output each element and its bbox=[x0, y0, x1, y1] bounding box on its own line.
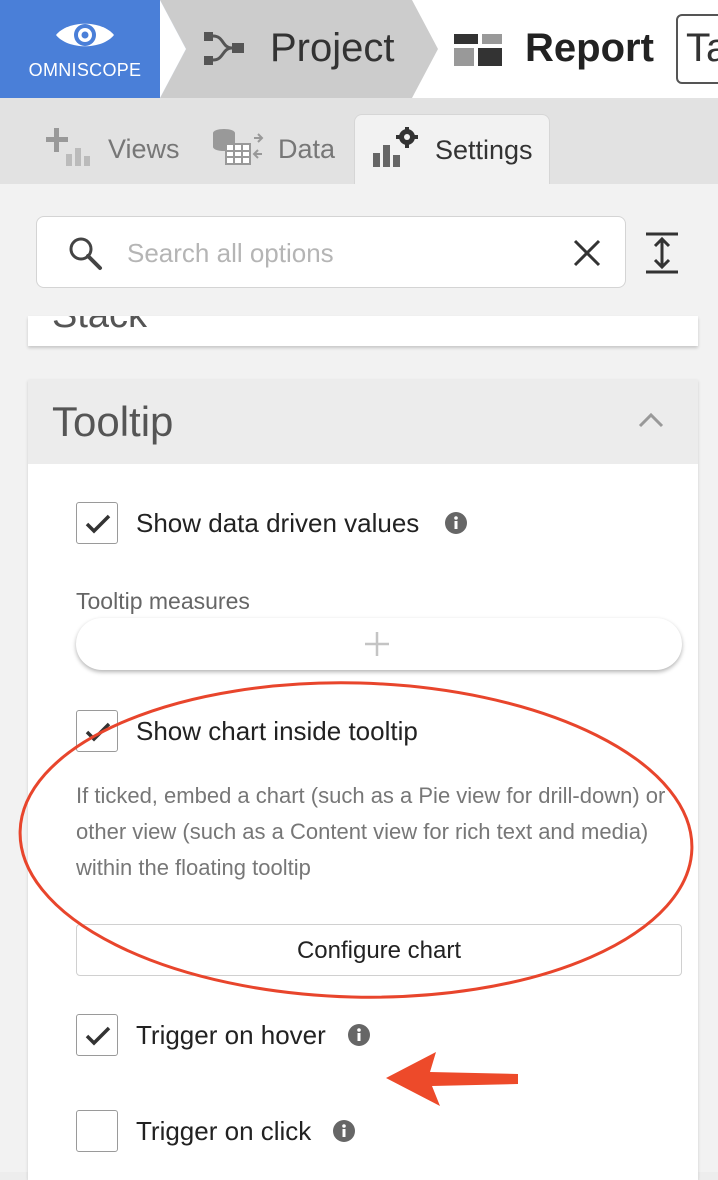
tab-settings-label: Settings bbox=[435, 135, 533, 165]
search-box bbox=[36, 216, 626, 288]
trigger-on-click-checkbox[interactable] bbox=[76, 1110, 118, 1152]
show-chart-description: If ticked, embed a chart (such as a Pie … bbox=[76, 783, 666, 880]
plus-icon bbox=[365, 632, 389, 656]
info-icon[interactable] bbox=[445, 512, 467, 534]
tab-settings[interactable]: Settings bbox=[354, 114, 550, 186]
tooltip-measures-label: Tooltip measures bbox=[76, 588, 250, 614]
checkmark-icon bbox=[85, 1026, 111, 1046]
add-tooltip-measure-button[interactable] bbox=[76, 618, 682, 670]
chart-add-icon bbox=[46, 128, 90, 166]
expand-collapse-all-icon[interactable] bbox=[644, 232, 680, 274]
settings-panel: Stack Tooltip Show data driven values To… bbox=[0, 184, 718, 1180]
chevron-up-icon[interactable] bbox=[638, 412, 664, 428]
info-icon[interactable] bbox=[333, 1120, 355, 1142]
section-tooltip-title: Tooltip bbox=[52, 398, 174, 445]
panel-tabs: Views Data Settings bbox=[0, 100, 718, 186]
trigger-on-hover-checkbox[interactable] bbox=[76, 1014, 118, 1056]
search-icon bbox=[69, 237, 102, 270]
trigger-on-click-label: Trigger on click bbox=[136, 1116, 312, 1146]
show-chart-inside-tooltip-label: Show chart inside tooltip bbox=[136, 716, 418, 746]
section-tooltip: Tooltip Show data driven values Tooltip … bbox=[28, 380, 698, 1180]
omniscope-logo-segment[interactable]: OMNISCOPE bbox=[0, 0, 186, 98]
show-chart-inside-tooltip-checkbox[interactable] bbox=[76, 710, 118, 752]
section-tooltip-header[interactable]: Tooltip bbox=[28, 380, 698, 464]
data-transform-icon bbox=[213, 129, 264, 165]
section-stack-title: Stack bbox=[52, 316, 147, 337]
chart-settings-icon bbox=[373, 127, 418, 167]
show-data-driven-values-label: Show data driven values bbox=[136, 508, 420, 538]
omniscope-eye-icon bbox=[56, 23, 114, 47]
checkmark-icon bbox=[85, 722, 111, 742]
project-label: Project bbox=[270, 26, 395, 70]
report-icon bbox=[454, 34, 502, 66]
workflow-icon bbox=[204, 32, 244, 65]
section-stack[interactable]: Stack bbox=[28, 316, 698, 346]
tab-name-text: Ta bbox=[686, 26, 718, 70]
show-data-driven-values-checkbox[interactable] bbox=[76, 502, 118, 544]
tab-views-label: Views bbox=[108, 134, 180, 164]
breadcrumb: OMNISCOPE Project Report Ta bbox=[0, 0, 718, 100]
breadcrumb-project[interactable]: Project bbox=[160, 0, 440, 98]
logo-text: OMNISCOPE bbox=[28, 60, 142, 80]
tab-data-label: Data bbox=[278, 134, 336, 164]
configure-chart-button[interactable]: Configure chart bbox=[76, 924, 682, 976]
tab-name-field[interactable]: Ta bbox=[676, 14, 718, 84]
tab-views[interactable]: Views bbox=[46, 116, 196, 184]
search-input[interactable] bbox=[125, 231, 549, 275]
checkmark-icon bbox=[85, 514, 111, 534]
clear-icon[interactable] bbox=[573, 239, 601, 267]
info-icon[interactable] bbox=[348, 1024, 370, 1046]
trigger-on-hover-label: Trigger on hover bbox=[136, 1020, 326, 1050]
tab-data[interactable]: Data bbox=[212, 116, 352, 184]
report-label[interactable]: Report bbox=[525, 26, 654, 71]
